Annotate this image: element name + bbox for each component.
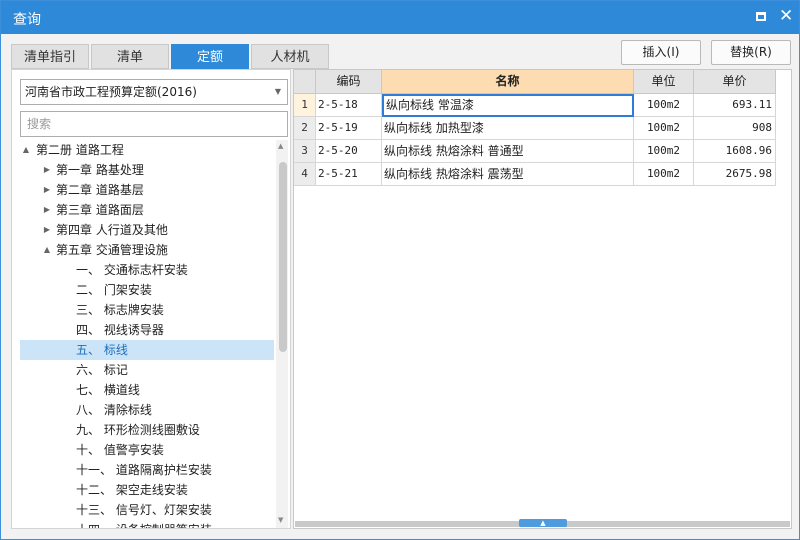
tree-node-label: 一、 交通标志杆安装 [76,263,188,277]
table-cell-code[interactable]: 2-5-19 [316,117,382,140]
table-cell-code[interactable]: 2-5-20 [316,140,382,163]
chevron-down-icon: ▼ [274,87,281,96]
query-dialog: 查询 ✕ 清单指引 清单 定额 人材机 插入(I) 替换(R) 河南省市政工程预… [0,0,800,540]
insert-button[interactable]: 插入(I) [621,40,701,65]
tree-node-chapter-2[interactable]: ▶ 第二章 道路基层 [20,180,274,200]
tree-node-section[interactable]: 十四、 设备控制器等安装 [20,520,274,528]
splitter-grip-icon[interactable]: ▲ [519,519,567,527]
tree-node-chapter-3[interactable]: ▶ 第三章 道路面层 [20,200,274,220]
tree-node-label: 十三、 信号灯、灯架安装 [76,503,212,517]
table-cell-unit[interactable]: 100m2 [634,163,694,186]
table-cell-unit[interactable]: 100m2 [634,140,694,163]
table-cell-name-active[interactable]: 纵向标线 常温漆 [382,94,634,117]
tree-node-label: 第二册 道路工程 [36,143,124,157]
row-number[interactable]: 2 [294,117,316,140]
row-number-header [294,70,316,94]
tree-node-section[interactable]: 七、 横道线 [20,380,274,400]
replace-button[interactable]: 替换(R) [711,40,791,65]
tree-node-label: 六、 标记 [76,363,128,377]
tree-node-chapter-4[interactable]: ▶ 第四章 人行道及其他 [20,220,274,240]
table-cell-name[interactable]: 纵向标线 热熔涂料 普通型 [382,140,634,163]
tree-node-label: 第二章 道路基层 [56,183,144,197]
column-header-price[interactable]: 单价 [694,70,776,94]
tree-node-section[interactable]: 九、 环形检测线圈敷设 [20,420,274,440]
tree-node-section[interactable]: 十、 值警亭安装 [20,440,274,460]
tree-scrollbar[interactable]: ▲ ▼ [276,140,288,528]
table-cell-unit[interactable]: 100m2 [634,94,694,117]
tree-node-label: 四、 视线诱导器 [76,323,164,337]
table-cell-code[interactable]: 2-5-21 [316,163,382,186]
tree-node-label: 九、 环形检测线圈敷设 [76,423,200,437]
library-select-value: 河南省市政工程预算定额(2016) [25,85,197,99]
column-header-code[interactable]: 编码 [316,70,382,94]
tree-node-label: 第五章 交通管理设施 [56,243,168,257]
tree-node-label: 八、 清除标线 [76,403,152,417]
maximize-icon[interactable] [754,10,768,24]
title-bar: 查询 ✕ [1,1,799,34]
tree-node-label: 第四章 人行道及其他 [56,223,168,237]
column-header-unit[interactable]: 单位 [634,70,694,94]
collapse-icon[interactable]: ▲ [42,240,52,260]
tree-node-section[interactable]: 三、 标志牌安装 [20,300,274,320]
tree-node-label: 十四、 设备控制器等安装 [76,520,212,528]
quota-grid-panel: 编码 名称 单位 单价 1 2-5-18 纵向标线 常温漆 100m2 693.… [293,69,792,529]
tree-node-label: 十、 值警亭安装 [76,443,164,457]
panel-splitter[interactable]: ▲ [295,519,790,527]
tree-node-section[interactable]: 二、 门架安装 [20,280,274,300]
tab-bill-guide[interactable]: 清单指引 [11,44,89,69]
collapse-icon[interactable]: ▲ [21,140,31,160]
tree-node-label: 十二、 架空走线安装 [76,483,188,497]
expand-icon[interactable]: ▶ [42,160,52,180]
tree-node-label: 第一章 路基处理 [56,163,144,177]
tree-node-section[interactable]: 四、 视线诱导器 [20,320,274,340]
tree-node-section[interactable]: 六、 标记 [20,360,274,380]
table-cell-price[interactable]: 2675.98 [694,163,776,186]
expand-icon[interactable]: ▶ [42,180,52,200]
tree-node-chapter-1[interactable]: ▶ 第一章 路基处理 [20,160,274,180]
expand-icon[interactable]: ▶ [42,220,52,240]
table-cell-name[interactable]: 纵向标线 热熔涂料 震荡型 [382,163,634,186]
tree-node-section[interactable]: 十二、 架空走线安装 [20,480,274,500]
expand-icon[interactable]: ▶ [42,200,52,220]
tree-node-label: 十一、 道路隔离护栏安装 [76,463,212,477]
close-icon[interactable]: ✕ [779,8,793,25]
tree-node-section-selected[interactable]: 五、 标线 [20,340,274,360]
chapter-tree: ▲ 第二册 道路工程 ▶ 第一章 路基处理 ▶ 第二章 道路基层 ▶ 第三章 道… [20,140,274,528]
tab-labor-material-machine[interactable]: 人材机 [251,44,329,69]
tree-node-label: 三、 标志牌安装 [76,303,164,317]
scrollbar-thumb[interactable] [279,162,287,352]
row-number[interactable]: 4 [294,163,316,186]
table-cell-code[interactable]: 2-5-18 [316,94,382,117]
window-title: 查询 [13,12,41,28]
table-cell-price[interactable]: 693.11 [694,94,776,117]
row-number[interactable]: 1 [294,94,316,117]
search-input[interactable] [20,111,288,137]
tab-bill[interactable]: 清单 [91,44,169,69]
column-header-name[interactable]: 名称 [382,70,634,94]
scroll-up-icon[interactable]: ▲ [278,142,283,150]
table-cell-name[interactable]: 纵向标线 加热型漆 [382,117,634,140]
tree-node-label: 第三章 道路面层 [56,203,144,217]
table-cell-price[interactable]: 1608.96 [694,140,776,163]
table-cell-unit[interactable]: 100m2 [634,117,694,140]
tree-node-section[interactable]: 十三、 信号灯、灯架安装 [20,500,274,520]
quota-tree-panel: 河南省市政工程预算定额(2016) ▼ ▲ 第二册 道路工程 ▶ 第一章 路基处… [11,69,291,529]
scroll-down-icon[interactable]: ▼ [278,516,283,524]
tree-node-label: 二、 门架安装 [76,283,152,297]
row-number[interactable]: 3 [294,140,316,163]
tree-node-section[interactable]: 十一、 道路隔离护栏安装 [20,460,274,480]
table-cell-price[interactable]: 908 [694,117,776,140]
tree-node-chapter-5[interactable]: ▲ 第五章 交通管理设施 [20,240,274,260]
tree-node-volume-2[interactable]: ▲ 第二册 道路工程 [20,140,274,160]
tree-node-section[interactable]: 八、 清除标线 [20,400,274,420]
tree-node-label: 七、 横道线 [76,383,140,397]
tab-quota[interactable]: 定额 [171,44,249,69]
library-select[interactable]: 河南省市政工程预算定额(2016) ▼ [20,79,288,105]
tree-node-section[interactable]: 一、 交通标志杆安装 [20,260,274,280]
tree-node-label: 五、 标线 [76,343,128,357]
